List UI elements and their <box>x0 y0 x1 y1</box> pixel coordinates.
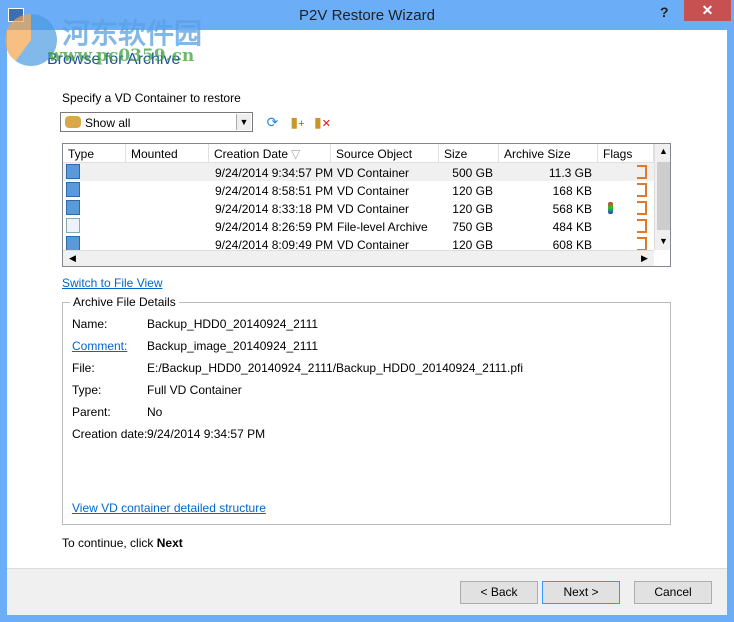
scroll-up-icon[interactable]: ▲ <box>656 146 670 156</box>
size-cell: 750 GB <box>452 220 493 234</box>
type-value: Full VD Container <box>147 383 242 397</box>
remove-archive-icon[interactable]: ▮✕ <box>314 114 331 131</box>
vd-container-icon <box>66 200 80 215</box>
scroll-left-icon[interactable]: ◀ <box>65 253 80 264</box>
archive-flag-icon <box>608 202 613 214</box>
group-title: Archive File Details <box>70 295 179 309</box>
parent-label: Parent: <box>72 405 111 419</box>
table-row[interactable]: 9/24/2014 9:34:57 PM VD Container 500 GB… <box>63 163 654 181</box>
add-archive-icon[interactable]: ▮+ <box>289 114 306 131</box>
size-cell: 500 GB <box>452 166 493 180</box>
next-button[interactable]: Next > <box>542 581 620 604</box>
column-mounted[interactable]: Mounted <box>126 144 209 163</box>
chain-flag-icon <box>637 219 647 233</box>
file-archive-icon <box>66 218 80 233</box>
archive-size-cell: 168 KB <box>552 184 592 198</box>
cancel-button[interactable]: Cancel <box>634 581 712 604</box>
file-value: E:/Backup_HDD0_20140924_2111/Backup_HDD0… <box>147 361 524 375</box>
back-button[interactable]: < Back <box>460 581 538 604</box>
vd-container-icon <box>66 164 80 179</box>
filter-value: Show all <box>85 116 131 130</box>
eye-icon <box>65 116 81 128</box>
archive-size-cell: 11.3 GB <box>548 166 592 180</box>
refresh-icon[interactable]: ⟳ <box>264 114 281 131</box>
name-value: Backup_HDD0_20140924_2111 <box>147 317 319 331</box>
archive-table: Type Mounted Creation Date ▽ Source Objec… <box>62 143 671 267</box>
scroll-right-icon[interactable]: ▶ <box>637 253 652 264</box>
source-cell: File-level Archive <box>337 220 428 234</box>
chain-flag-icon <box>637 165 647 179</box>
file-label: File: <box>72 361 95 375</box>
date-cell: 9/24/2014 9:34:57 PM <box>215 166 334 180</box>
chain-flag-icon <box>637 201 647 215</box>
vertical-scrollbar[interactable]: ▲ ▼ <box>654 144 670 250</box>
sort-descending-icon: ▽ <box>291 147 301 161</box>
column-flags[interactable]: Flags <box>598 144 654 163</box>
help-button[interactable]: ? <box>660 4 669 20</box>
source-cell: VD Container <box>337 202 410 216</box>
switch-to-file-view-link[interactable]: Switch to File View <box>62 276 162 290</box>
column-archive-size[interactable]: Archive Size <box>499 144 598 163</box>
comment-link[interactable]: Comment: <box>72 339 127 353</box>
column-label: Creation Date <box>214 147 289 161</box>
specify-label: Specify a VD Container to restore <box>62 91 241 105</box>
hint-text: To continue, click <box>62 536 154 550</box>
horizontal-scrollbar[interactable]: ◀ ▶ <box>63 250 654 266</box>
view-structure-link[interactable]: View VD container detailed structure <box>72 501 266 515</box>
creation-date-value: 9/24/2014 9:34:57 PM <box>147 427 266 441</box>
creation-date-label: Creation date: <box>72 427 148 441</box>
continue-hint: To continue, click Next <box>62 536 183 550</box>
table-row[interactable]: 9/24/2014 8:26:59 PM File-level Archive … <box>63 217 654 235</box>
chain-flag-icon <box>637 237 647 251</box>
column-source-object[interactable]: Source Object <box>331 144 439 163</box>
size-cell: 120 GB <box>452 202 493 216</box>
filter-dropdown[interactable]: Show all ▼ <box>60 112 253 132</box>
parent-value: No <box>147 405 163 419</box>
source-cell: VD Container <box>337 166 410 180</box>
watermark-url: www.pc0359.cn <box>48 46 195 66</box>
chevron-down-icon[interactable]: ▼ <box>236 114 251 130</box>
date-cell: 9/24/2014 8:58:51 PM <box>215 184 334 198</box>
hint-next: Next <box>156 536 183 550</box>
archive-size-cell: 568 KB <box>552 202 592 216</box>
date-cell: 9/24/2014 8:26:59 PM <box>215 220 334 234</box>
column-creation-date[interactable]: Creation Date ▽ <box>209 144 331 163</box>
archive-size-cell: 484 KB <box>552 220 592 234</box>
source-cell: VD Container <box>337 184 410 198</box>
table-row[interactable]: 9/24/2014 8:58:51 PM VD Container 120 GB… <box>63 181 654 199</box>
table-row[interactable]: 9/24/2014 8:33:18 PM VD Container 120 GB… <box>63 199 654 217</box>
column-type[interactable]: Type <box>63 144 126 163</box>
chain-flag-icon <box>637 183 647 197</box>
name-label: Name: <box>72 317 108 331</box>
column-size[interactable]: Size <box>439 144 499 163</box>
scroll-thumb[interactable] <box>657 162 670 230</box>
vd-container-icon <box>66 182 80 197</box>
scroll-down-icon[interactable]: ▼ <box>656 236 670 246</box>
size-cell: 120 GB <box>452 184 493 198</box>
close-button[interactable]: ✕ <box>684 0 731 21</box>
type-label: Type: <box>72 383 102 397</box>
date-cell: 9/24/2014 8:33:18 PM <box>215 202 334 216</box>
vd-container-icon <box>66 236 80 251</box>
comment-value: Backup_image_20140924_2111 <box>147 339 319 353</box>
